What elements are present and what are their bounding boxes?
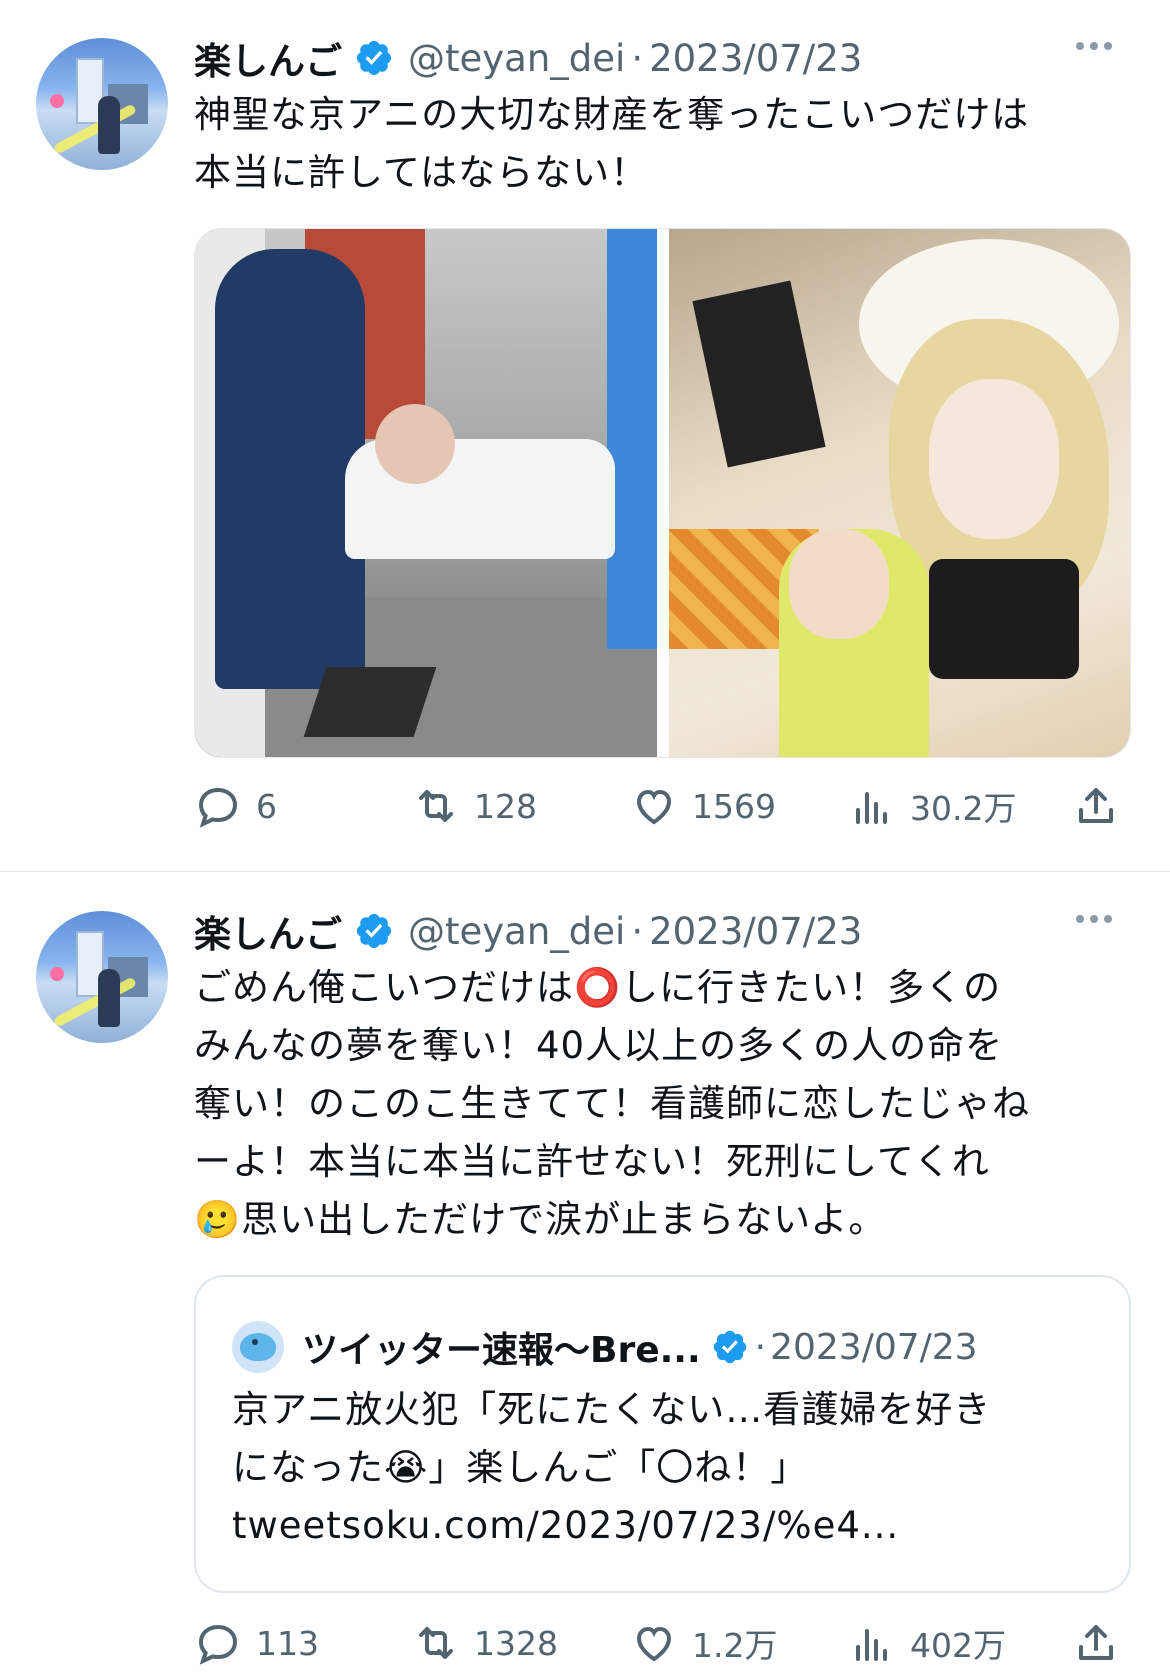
quoted-date: 2023/07/23 bbox=[770, 1326, 978, 1368]
photo-anime-collage[interactable] bbox=[668, 229, 1130, 757]
tweet-date[interactable]: 2023/07/23 bbox=[649, 37, 862, 80]
retweet-count: 1328 bbox=[474, 1623, 558, 1663]
separator: · bbox=[631, 36, 644, 80]
views-icon bbox=[856, 792, 887, 824]
views-count: 402万 bbox=[910, 1626, 1006, 1665]
retweet-icon bbox=[419, 790, 453, 822]
retweet-button[interactable]: 1328 bbox=[412, 1613, 558, 1673]
tweet[interactable]: 楽しんご @teyan_dei · 2023/07/23 神聖な京アニの大切な財… bbox=[0, 0, 1170, 872]
like-count: 1569 bbox=[692, 786, 776, 826]
handle[interactable]: @teyan_dei bbox=[408, 37, 625, 80]
like-button[interactable]: 1.2万 bbox=[630, 1613, 777, 1673]
share-button[interactable] bbox=[1072, 776, 1120, 836]
tweet[interactable]: 楽しんご @teyan_dei · 2023/07/23 ごめん俺こいつだけは⭕… bbox=[0, 873, 1170, 1677]
display-name[interactable]: 楽しんご bbox=[194, 904, 342, 958]
share-icon bbox=[1079, 1625, 1113, 1660]
action-bar: 6 128 1569 30.2万 bbox=[194, 776, 1134, 836]
tweet-text: 神聖な京アニの大切な財産を奪ったこいつだけは 本当に許してはならない！ bbox=[194, 93, 1030, 194]
quoted-tweet-header: ツイッター速報〜Bre... · 2023/07/23 bbox=[232, 1321, 978, 1373]
photo-stretcher[interactable] bbox=[195, 229, 657, 757]
quoted-text: 京アニ放火犯「死にたくない…看護婦を好き になった😭」楽しんご「〇ね！」 twe… bbox=[232, 1388, 992, 1547]
quoted-avatar bbox=[232, 1321, 284, 1373]
verified-badge-icon bbox=[713, 1330, 746, 1364]
retweet-icon bbox=[419, 1627, 453, 1659]
retweet-count: 128 bbox=[474, 786, 537, 826]
quoted-tweet[interactable]: ツイッター速報〜Bre... · 2023/07/23 京アニ放火犯「死にたくな… bbox=[194, 1275, 1131, 1593]
verified-badge-icon bbox=[356, 913, 392, 949]
display-name[interactable]: 楽しんご bbox=[194, 31, 342, 85]
verified-badge-icon bbox=[356, 40, 392, 76]
share-icon bbox=[1079, 788, 1113, 823]
reply-icon bbox=[198, 787, 238, 828]
more-options-icon[interactable] bbox=[1076, 42, 1112, 50]
avatar[interactable] bbox=[36, 911, 168, 1043]
separator: · bbox=[631, 909, 644, 953]
tweet-text: ごめん俺こいつだけは⭕しに行きたい！多くの みんなの夢を奪い！40人以上の多くの… bbox=[194, 966, 1030, 1241]
media-gallery[interactable] bbox=[194, 228, 1131, 758]
reply-icon bbox=[198, 1624, 238, 1665]
reply-button[interactable]: 6 bbox=[194, 776, 277, 836]
tweet-header: 楽しんご @teyan_dei · 2023/07/23 bbox=[194, 903, 862, 959]
more-options-icon[interactable] bbox=[1076, 915, 1112, 923]
avatar[interactable] bbox=[36, 38, 168, 170]
retweet-button[interactable]: 128 bbox=[412, 776, 537, 836]
tweet-date[interactable]: 2023/07/23 bbox=[649, 910, 862, 953]
views-button[interactable]: 30.2万 bbox=[848, 776, 1016, 836]
heart-icon bbox=[636, 1626, 672, 1662]
like-count: 1.2万 bbox=[692, 1626, 778, 1665]
share-button[interactable] bbox=[1072, 1613, 1120, 1673]
reply-count: 6 bbox=[256, 786, 277, 826]
reply-button[interactable]: 113 bbox=[194, 1613, 319, 1673]
action-bar: 113 1328 1.2万 402万 bbox=[194, 1613, 1134, 1673]
tweet-header: 楽しんご @teyan_dei · 2023/07/23 bbox=[194, 30, 862, 86]
heart-icon bbox=[636, 789, 672, 825]
like-button[interactable]: 1569 bbox=[630, 776, 776, 836]
handle[interactable]: @teyan_dei bbox=[408, 910, 625, 953]
reply-count: 113 bbox=[256, 1623, 319, 1663]
views-icon bbox=[856, 1629, 887, 1661]
quoted-display-name: ツイッター速報〜Bre... bbox=[302, 1330, 701, 1371]
separator: · bbox=[754, 1326, 767, 1368]
views-count: 30.2万 bbox=[910, 789, 1017, 828]
views-button[interactable]: 402万 bbox=[848, 1613, 1006, 1673]
